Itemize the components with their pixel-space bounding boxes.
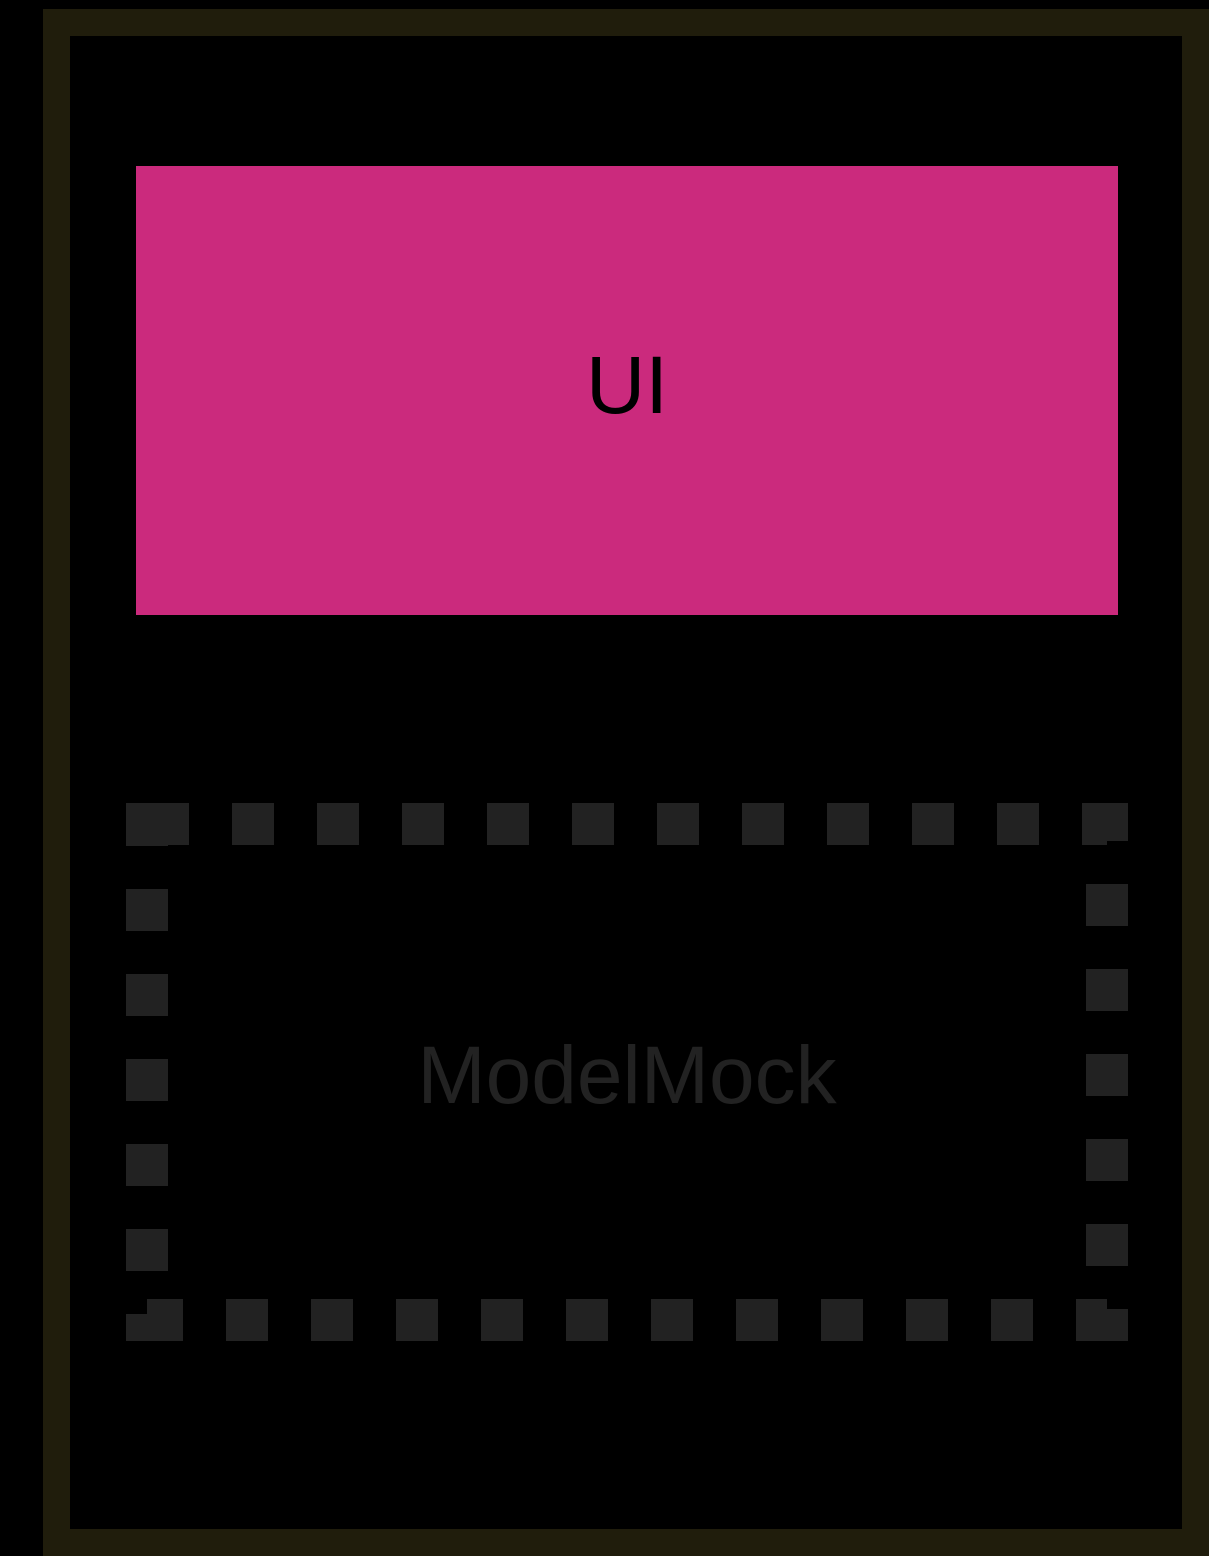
model-mock-label: ModelMock <box>417 1030 837 1121</box>
model-mock-box: ModelMock <box>126 803 1128 1341</box>
ui-component-label: UI <box>586 339 668 431</box>
ui-component-box: UI <box>136 166 1118 615</box>
